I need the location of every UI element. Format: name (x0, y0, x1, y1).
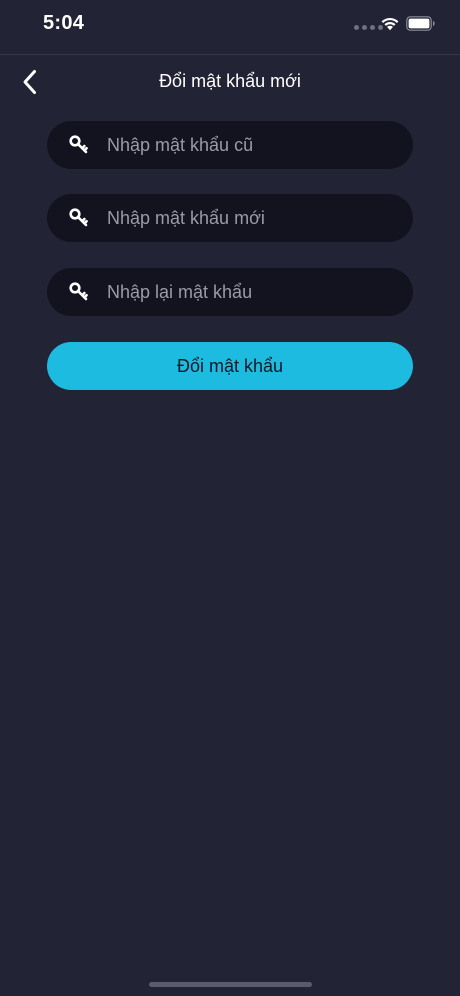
new-password-input[interactable] (107, 194, 397, 242)
battery-icon (406, 16, 435, 31)
header-divider (0, 54, 460, 55)
status-time: 5:04 (43, 12, 85, 34)
confirm-password-field[interactable] (47, 268, 413, 316)
key-icon (69, 208, 88, 227)
change-password-button[interactable]: Đổi mật khẩu (47, 342, 413, 390)
page-title: Đổi mật khẩu mới (159, 71, 301, 91)
old-password-field[interactable] (47, 121, 413, 169)
home-indicator (149, 982, 312, 987)
new-password-field[interactable] (47, 194, 413, 242)
old-password-input[interactable] (107, 121, 397, 169)
key-icon (69, 135, 88, 154)
status-bar: 5:04 (0, 0, 460, 52)
wifi-icon (381, 17, 399, 31)
navigation-bar: Đổi mật khẩu mới (0, 56, 460, 108)
key-icon (69, 282, 88, 301)
cellular-signal-icon (354, 25, 383, 30)
confirm-password-input[interactable] (107, 268, 397, 316)
